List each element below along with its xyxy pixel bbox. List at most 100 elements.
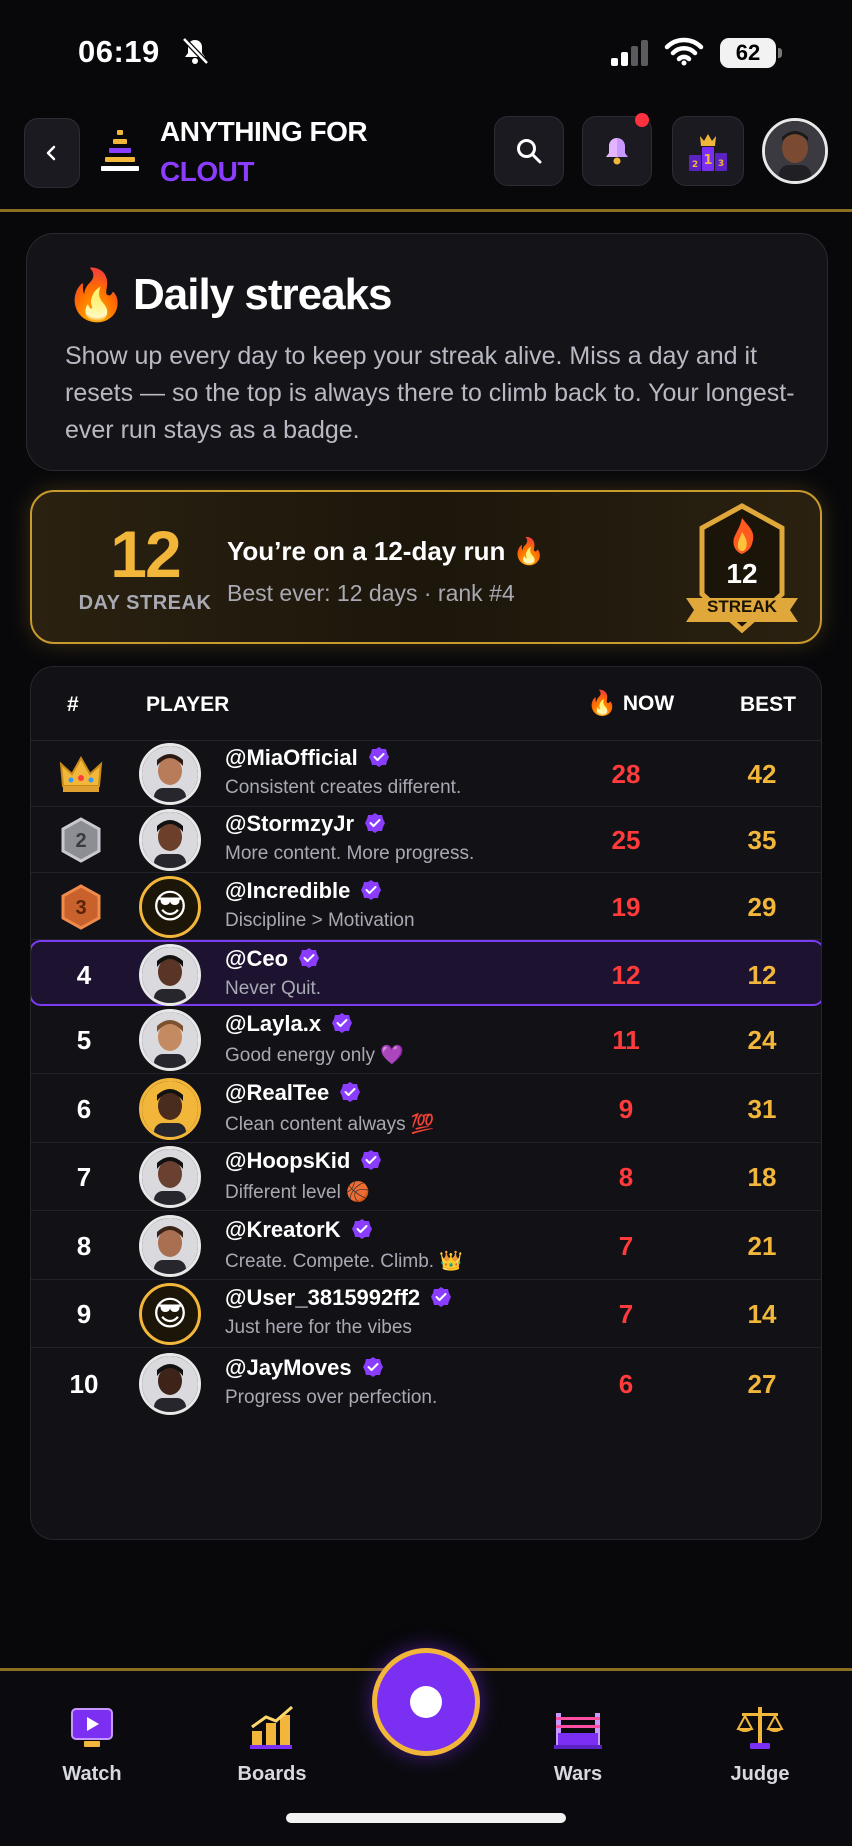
leaderboard-row[interactable]: 2 @StormzyJr More content. More progress. 2… bbox=[31, 807, 821, 873]
player-handle-text: @Incredible bbox=[225, 877, 351, 903]
player-handle-text: @User_3815992ff2 bbox=[225, 1285, 421, 1310]
player-bio: Discipline > Motivation bbox=[225, 909, 415, 931]
player-handle-text: @StormzyJr bbox=[225, 811, 355, 836]
rank-number: 9 bbox=[76, 1299, 92, 1329]
leaderboard-trophy-button[interactable]: 1 2 3 bbox=[672, 116, 744, 186]
best-streak-value: 12 bbox=[747, 960, 777, 990]
rank-number: 7 bbox=[76, 1162, 92, 1192]
nav-wars-label: Wars bbox=[553, 1763, 603, 1785]
player-handle[interactable]: @JayMoves bbox=[225, 1355, 384, 1381]
verified-badge-icon bbox=[431, 1287, 452, 1307]
avatar[interactable] bbox=[139, 1146, 201, 1208]
crown-icon bbox=[59, 755, 103, 792]
avatar[interactable] bbox=[139, 743, 201, 805]
search-button[interactable] bbox=[494, 116, 564, 186]
svg-text:2: 2 bbox=[692, 160, 698, 170]
leaderboard-row[interactable]: 10 @JayMoves Progress over perfection. 6 27 bbox=[31, 1348, 821, 1420]
player-handle[interactable]: @KreatorK bbox=[225, 1217, 373, 1243]
nav-judge[interactable]: Judge bbox=[700, 1701, 820, 1786]
avatar[interactable] bbox=[139, 1009, 201, 1071]
verified-badge-icon bbox=[365, 813, 386, 833]
player-handle[interactable]: @Layla.x bbox=[225, 1011, 353, 1037]
nav-boards[interactable]: Boards bbox=[212, 1701, 332, 1786]
nav-watch[interactable]: Watch bbox=[32, 1701, 152, 1786]
verified-badge-icon bbox=[340, 1081, 361, 1102]
best-streak-value: 14 bbox=[747, 1299, 777, 1329]
player-handle[interactable]: @HoopsKid bbox=[225, 1148, 382, 1174]
avatar[interactable] bbox=[139, 1077, 201, 1140]
player-handle-text: @JayMoves bbox=[225, 1355, 352, 1380]
home-indicator[interactable] bbox=[286, 1813, 566, 1823]
player-handle[interactable]: @Incredible bbox=[225, 878, 382, 904]
leaderboard-header: # PLAYER 🔥 NOW BEST bbox=[31, 667, 821, 741]
leaderboard-row[interactable]: 5 @Layla.x Good energy only 💜 11 24 bbox=[31, 1006, 821, 1074]
svg-text:3: 3 bbox=[718, 159, 724, 169]
leaderboard-row-current-user[interactable]: 4 @Ceo Never Quit. 12 12 bbox=[31, 940, 821, 1006]
player-handle-text: @Ceo bbox=[225, 946, 289, 971]
verified-badge-icon bbox=[361, 879, 382, 900]
leaderboard-row[interactable]: 3 😎 @Incredible Discipline > Motivation 19 29 bbox=[31, 873, 821, 940]
player-handle[interactable]: @StormzyJr bbox=[225, 811, 386, 837]
player-handle-text: @Layla.x bbox=[225, 1011, 322, 1036]
player-bio: More content. More progress. bbox=[225, 843, 475, 864]
streak-badge: 12 STREAK bbox=[686, 502, 798, 638]
nav-wars[interactable]: Wars bbox=[518, 1701, 638, 1786]
avatar-image bbox=[765, 121, 825, 181]
fire-icon: 🔥 bbox=[65, 267, 128, 323]
player-handle-text: @KreatorK bbox=[225, 1216, 341, 1242]
my-streak-card: 12 DAY STREAK You’re on a 12-day run 🔥 B… bbox=[30, 490, 822, 644]
svg-text:1: 1 bbox=[703, 153, 712, 168]
verified-badge-icon bbox=[361, 1150, 382, 1170]
avatar[interactable] bbox=[139, 944, 201, 1006]
record-button[interactable] bbox=[372, 1648, 480, 1756]
player-handle[interactable]: @MiaOfficial bbox=[225, 745, 390, 771]
bell-icon bbox=[606, 138, 628, 165]
fire-icon: 🔥 bbox=[587, 690, 617, 717]
battery-level: 62 bbox=[720, 38, 776, 68]
now-column-header[interactable]: 🔥 NOW bbox=[587, 689, 674, 718]
best-streak-value: 35 bbox=[747, 825, 777, 855]
current-streak-value: 8 bbox=[618, 1162, 634, 1192]
player-handle[interactable]: @RealTee bbox=[225, 1080, 361, 1106]
brand-subtitle: CLOUT bbox=[160, 156, 254, 187]
rank-number: 5 bbox=[76, 1025, 92, 1055]
rank-number: 3 bbox=[75, 897, 86, 919]
streak-leaderboard: # PLAYER 🔥 NOW BEST @MiaOfficial Consisten… bbox=[30, 666, 822, 1540]
avatar-image bbox=[142, 812, 198, 868]
avatar[interactable] bbox=[139, 1353, 201, 1415]
player-handle[interactable]: @Ceo bbox=[225, 946, 320, 972]
player-handle[interactable]: @User_3815992ff2 bbox=[225, 1285, 452, 1311]
nav-watch-label: Watch bbox=[62, 1763, 122, 1785]
player-bio: Different level 🏀 bbox=[225, 1182, 370, 1203]
leaderboard-row[interactable]: @MiaOfficial Consistent creates different… bbox=[31, 741, 821, 807]
avatar-image bbox=[142, 947, 198, 1003]
current-streak-value: 11 bbox=[612, 1025, 640, 1055]
leaderboard-row[interactable]: 8 @KreatorK Create. Compete. Climb. 👑 7 21 bbox=[31, 1211, 821, 1280]
intro-title: Daily streaks bbox=[133, 270, 393, 319]
bronze-medal-icon: 3 bbox=[61, 883, 101, 930]
player-bio: Good energy only 💜 bbox=[225, 1045, 404, 1066]
battery-tip bbox=[778, 48, 782, 58]
avatar[interactable] bbox=[139, 1214, 201, 1277]
avatar-image bbox=[142, 1217, 198, 1274]
leaderboard-row[interactable]: 6 @RealTee Clean content always 💯 9 31 bbox=[31, 1074, 821, 1143]
battery-indicator: 62 bbox=[720, 38, 782, 68]
best-column-header[interactable]: BEST bbox=[740, 693, 796, 717]
silver-medal-icon: 2 bbox=[61, 817, 101, 863]
player-bio: Never Quit. bbox=[225, 978, 322, 999]
avatar[interactable]: 😎 bbox=[139, 875, 201, 938]
best-streak-value: 42 bbox=[747, 759, 777, 789]
player-handle-text: @HoopsKid bbox=[225, 1148, 351, 1173]
profile-avatar[interactable] bbox=[762, 118, 828, 184]
player-bio: Clean content always 💯 bbox=[225, 1113, 435, 1135]
best-streak-value: 21 bbox=[747, 1230, 777, 1261]
back-icon bbox=[46, 145, 56, 161]
leaderboard-row[interactable]: 7 @HoopsKid Different level 🏀 8 18 bbox=[31, 1143, 821, 1211]
notifications-button[interactable] bbox=[582, 113, 652, 186]
leaderboard-row[interactable]: 9 😎 @User_3815992ff2 Just here for the vibe… bbox=[31, 1280, 821, 1348]
back-button[interactable] bbox=[24, 118, 80, 188]
avatar[interactable]: 😎 bbox=[139, 1283, 201, 1345]
rank-number: 2 bbox=[75, 830, 86, 852]
avatar[interactable] bbox=[139, 809, 201, 871]
best-streak-value: 24 bbox=[747, 1025, 777, 1055]
